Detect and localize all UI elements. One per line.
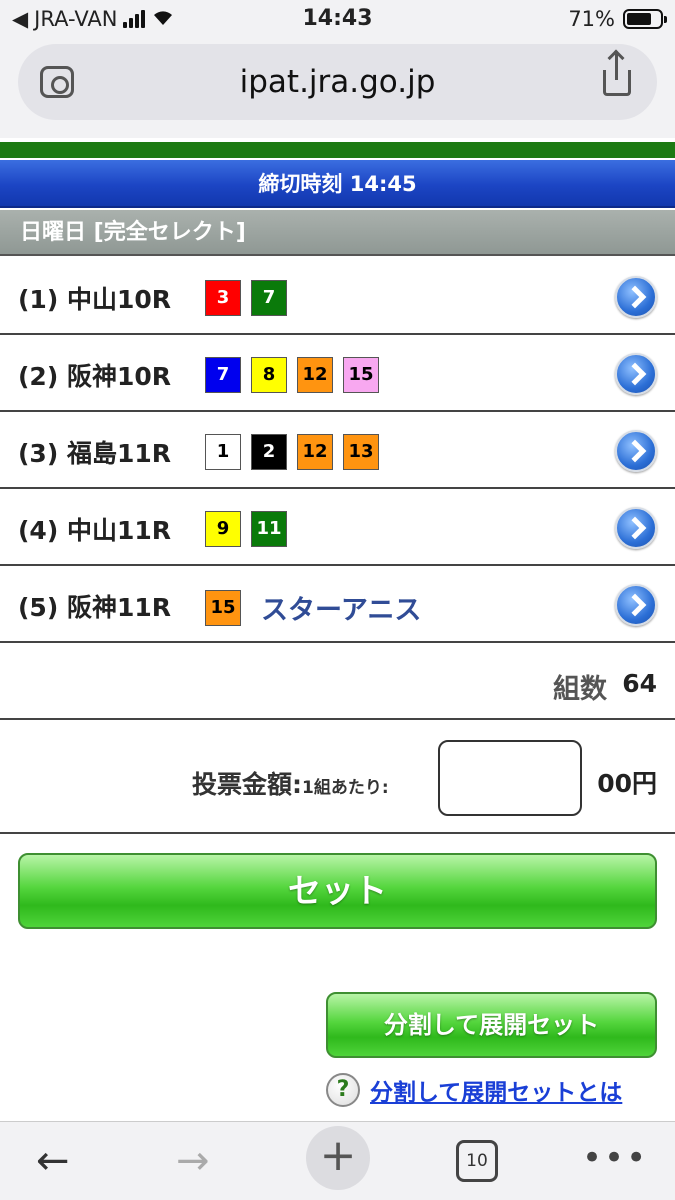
horse-list: 7 8 12 15	[205, 357, 379, 393]
split-set-help-link[interactable]: 分割して展開セットとは	[370, 1073, 622, 1107]
horse-number-badge: 1	[205, 434, 241, 470]
status-bar: ◀ JRA-VAN 14:43 71%	[0, 0, 675, 38]
browser-toolbar: ← → + 10 •••	[0, 1121, 675, 1200]
address-bar[interactable]: ipat.jra.go.jp	[18, 44, 657, 120]
race-row-3[interactable]: (3) 福島11R 1 2 12 13	[0, 412, 675, 489]
combination-count-row: 組数 64	[0, 644, 675, 720]
race-row-2[interactable]: (2) 阪神10R 7 8 12 15	[0, 335, 675, 412]
horse-list: 15 スターアニス	[205, 588, 421, 627]
header-stripe	[0, 142, 675, 158]
amount-label: 投票金額:1組あたり:	[192, 765, 389, 801]
horse-number-badge: 15	[205, 589, 241, 626]
race-row-4[interactable]: (4) 中山11R 9 11	[0, 489, 675, 566]
new-tab-plus-icon[interactable]: +	[306, 1126, 370, 1190]
battery-percent: 71%	[568, 7, 615, 31]
horse-number-badge: 2	[251, 434, 287, 470]
day-header: 日曜日 [完全セレクト]	[0, 210, 675, 256]
amount-label-main: 投票金額:	[192, 770, 302, 799]
horse-name: スターアニス	[261, 595, 422, 626]
amount-label-sub: 1組あたり:	[302, 778, 389, 798]
horse-list: 9 11	[205, 511, 287, 547]
split-set-button[interactable]: 分割して展開セット	[326, 992, 657, 1058]
horse-number-badge: 13	[343, 434, 379, 470]
forward-arrow-icon[interactable]: →	[176, 1141, 210, 1181]
chevron-right-icon[interactable]	[615, 353, 657, 395]
race-label: (1) 中山10R	[18, 285, 171, 314]
share-icon[interactable]	[603, 54, 631, 96]
count-value: 64	[622, 669, 657, 698]
amount-unit: 00円	[597, 769, 657, 798]
bet-amount-row: 投票金額:1組あたり: 00円	[0, 722, 675, 834]
set-button[interactable]: セット	[18, 853, 657, 929]
race-row-1[interactable]: (1) 中山10R 37	[0, 258, 675, 335]
deadline-banner: 締切時刻 14:45	[0, 160, 675, 208]
horse-number-badge: 15	[343, 357, 379, 393]
browser-address-area: ipat.jra.go.jp	[0, 38, 675, 138]
race-label: (2) 阪神10R	[18, 362, 171, 391]
horse-number-badge: 3	[205, 280, 241, 316]
chevron-right-icon[interactable]	[615, 507, 657, 549]
more-menu-icon[interactable]: •••	[582, 1138, 648, 1178]
help-row: ? 分割して展開セットとは	[326, 1070, 622, 1110]
race-label: (4) 中山11R	[18, 516, 171, 545]
horse-number-badge: 11	[251, 511, 287, 547]
horse-list: 37	[205, 280, 287, 316]
chevron-right-icon[interactable]	[615, 430, 657, 472]
horse-list: 1 2 12 13	[205, 434, 379, 470]
horse-number-badge: 12	[297, 357, 333, 393]
back-arrow-icon[interactable]: ←	[36, 1141, 70, 1181]
horse-number-badge: 8	[251, 357, 287, 393]
battery-area: 71%	[568, 7, 667, 31]
race-label: (3) 福島11R	[18, 439, 171, 468]
battery-icon	[623, 9, 667, 29]
race-row-5[interactable]: (5) 阪神11R 15 スターアニス	[0, 566, 675, 643]
tab-count-button[interactable]: 10	[456, 1140, 498, 1182]
amount-input[interactable]	[438, 740, 582, 816]
count-label: 組数	[553, 674, 607, 705]
chevron-right-icon[interactable]	[615, 276, 657, 318]
horse-number-badge: 7	[205, 357, 241, 393]
race-label: (5) 阪神11R	[18, 593, 171, 622]
horse-number-badge: 12	[297, 434, 333, 470]
url-text[interactable]: ipat.jra.go.jp	[18, 64, 657, 100]
question-icon[interactable]: ?	[326, 1073, 360, 1107]
horse-number-badge: 9	[205, 511, 241, 547]
horse-number-badge: 7	[251, 280, 287, 316]
chevron-right-icon[interactable]	[615, 584, 657, 626]
